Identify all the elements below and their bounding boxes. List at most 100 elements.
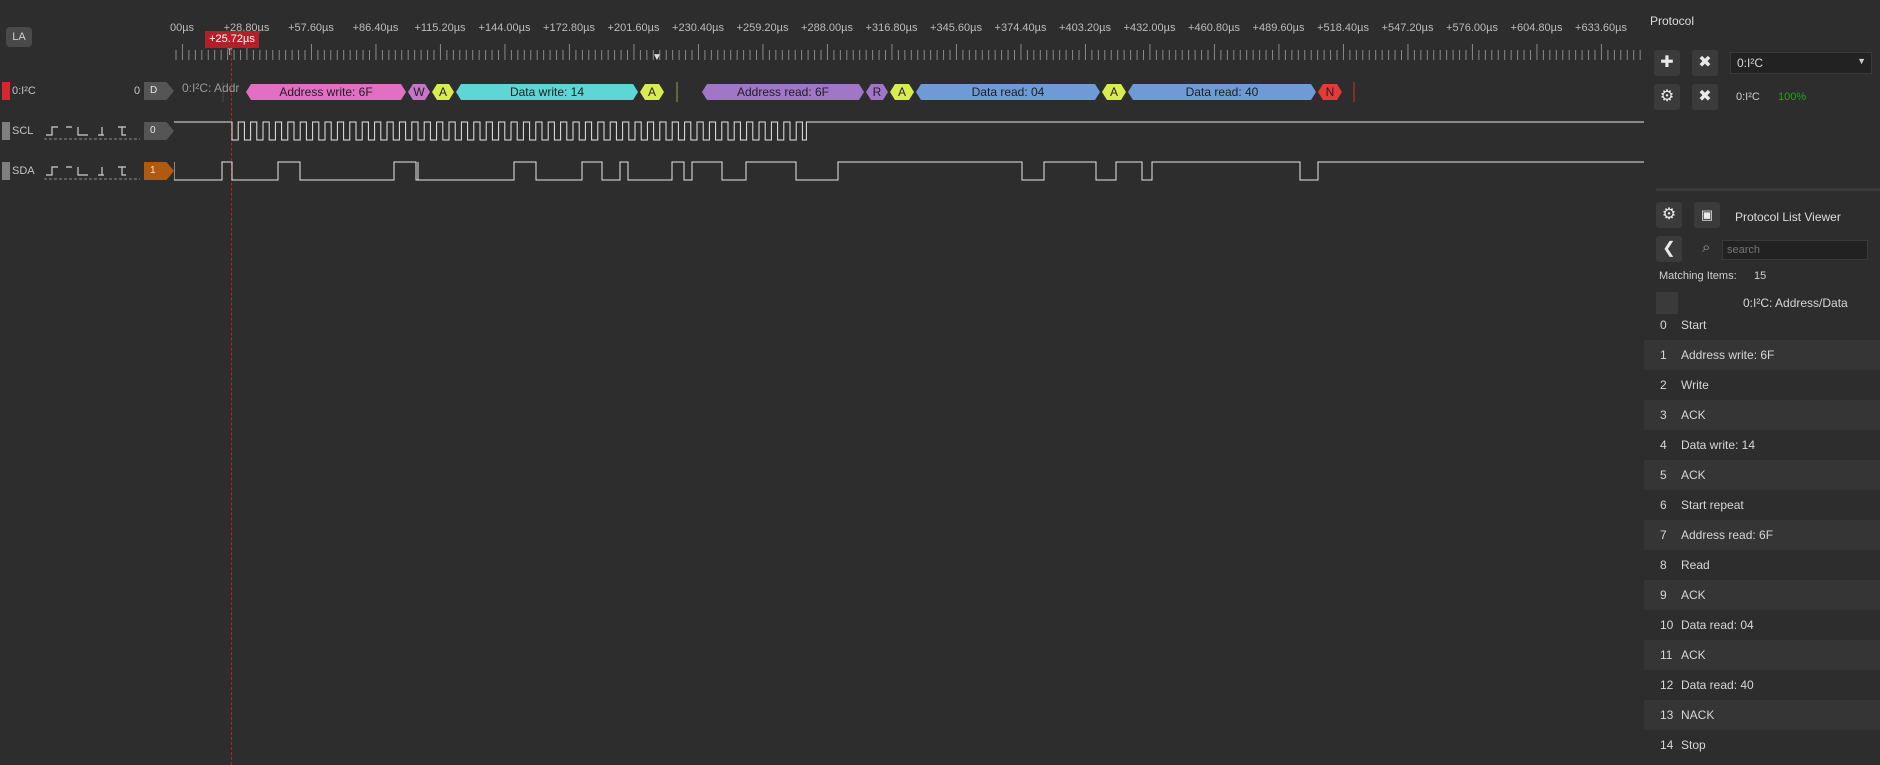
channel-name[interactable]: 0:I²C	[12, 85, 36, 97]
gear-icon: ⚙	[1659, 88, 1675, 105]
cursor-label[interactable]: +25.72µs	[205, 31, 259, 48]
list-item[interactable]: 4 Data write: 14	[1644, 430, 1880, 460]
list-item-index: 9	[1660, 588, 1667, 602]
ruler-tick-label: +403.20µs	[1059, 22, 1111, 34]
ruler-tick-label: +576.00µs	[1446, 22, 1498, 34]
delete-decoder-button[interactable]: ✖	[1692, 84, 1718, 110]
list-item[interactable]: 7 Address read: 6F	[1644, 520, 1880, 550]
list-item[interactable]: 2 Write	[1644, 370, 1880, 400]
sda-waveform	[174, 161, 1644, 181]
decoder-select[interactable]: 0:I²C ▼	[1730, 52, 1872, 74]
cursor-marker-icon: T	[227, 47, 233, 57]
annotation-label: A	[648, 85, 656, 99]
list-item-index: 3	[1660, 408, 1667, 422]
matching-items-count: 15	[1754, 270, 1767, 282]
protocol-panel: Protocol ✚ ✖ 0:I²C ▼ ⚙ ✖ 0:I²C 100% ⚙ ▣ …	[1644, 0, 1880, 765]
ruler-tick-label: +115.20µs	[414, 22, 466, 34]
decoder-select-value: 0:I²C	[1737, 56, 1764, 70]
channel-name[interactable]: SDA	[12, 165, 35, 177]
ruler-tick-label: +604.80µs	[1510, 22, 1563, 34]
channel-color[interactable]	[2, 162, 10, 180]
close-icon: ✖	[1698, 54, 1712, 71]
scroll-marker-icon: ▼	[652, 52, 662, 63]
ruler-tick-label: +201.60µs	[607, 22, 660, 34]
list-item[interactable]: 1 Address write: 6F	[1644, 340, 1880, 370]
channel-badge[interactable]: D	[144, 82, 174, 100]
ruler-tick-label: +547.20µs	[1381, 22, 1434, 34]
ruler-ticks: ▼	[175, 44, 1641, 63]
waveform-view[interactable]: Address write: 6F W A Data write: 14 A Addres…	[174, 70, 1644, 190]
list-item[interactable]: 8 Read	[1644, 550, 1880, 580]
list-item-index: 10	[1660, 618, 1674, 632]
ruler-tick-label: +633.60µs	[1575, 22, 1627, 34]
list-item-text: ACK	[1681, 648, 1706, 662]
ruler-tick-label: +432.00µs	[1123, 22, 1176, 34]
list-item-index: 13	[1660, 708, 1674, 722]
remove-decoder-button[interactable]: ✖	[1692, 50, 1718, 76]
ruler-tick-label: +489.60µs	[1252, 22, 1305, 34]
ruler-tick-label: 00µs	[169, 22, 195, 34]
ruler-tick-label: +86.40µs	[352, 22, 399, 34]
list-item-text: NACK	[1681, 708, 1715, 722]
channel-value: 0	[134, 85, 141, 97]
annotation-label: Data read: 40	[1186, 85, 1259, 99]
annotation-label: Data read: 04	[972, 85, 1045, 99]
ruler-tick-label: +57.60µs	[288, 22, 334, 34]
protocol-title: Protocol	[1650, 14, 1695, 28]
la-mode-button[interactable]: LA	[6, 27, 32, 47]
channel-name[interactable]: SCL	[12, 125, 33, 137]
list-item-index: 1	[1660, 348, 1667, 362]
list-item-text: Data read: 04	[1681, 618, 1754, 632]
protocol-list: 0 Start 1 Address write: 6F 2 Write 3 ACK 4 Data …	[1644, 310, 1880, 765]
list-item[interactable]: 6 Start repeat	[1644, 490, 1880, 520]
plus-icon: ✚	[1660, 54, 1674, 71]
list-item-index: 0	[1660, 318, 1667, 332]
annotation-label: Address read: 6F	[737, 85, 829, 99]
list-item-text: Write	[1681, 378, 1709, 392]
gear-icon: ⚙	[1661, 206, 1677, 223]
channel-color[interactable]	[2, 122, 10, 140]
ruler-tick-label: +230.40µs	[672, 22, 724, 34]
trigger-type-icons[interactable]	[44, 163, 140, 184]
trigger-type-icons[interactable]	[44, 123, 140, 144]
list-item-index: 2	[1660, 378, 1667, 392]
list-item-index: 14	[1660, 738, 1674, 752]
channel-badge[interactable]: 1	[144, 162, 174, 180]
list-item-text: ACK	[1681, 408, 1706, 422]
list-item-text: Read	[1681, 558, 1710, 572]
decoder-trace-label: 0:I²C: Addr	[182, 81, 240, 95]
decoder-settings-button[interactable]: ⚙	[1654, 84, 1680, 110]
list-item[interactable]: 14 Stop	[1644, 730, 1880, 760]
decoder-progress: 100%	[1778, 91, 1807, 103]
list-item[interactable]: 9 ACK	[1644, 580, 1880, 610]
list-item[interactable]: 13 NACK	[1644, 700, 1880, 730]
list-item[interactable]: 5 ACK	[1644, 460, 1880, 490]
list-item[interactable]: 11 ACK	[1644, 640, 1880, 670]
search-input[interactable]	[1722, 240, 1868, 260]
close-icon: ✖	[1698, 88, 1712, 105]
list-settings-button[interactable]: ⚙	[1656, 202, 1682, 228]
annotation-label: A	[1110, 85, 1118, 99]
save-icon: ▣	[1700, 207, 1714, 222]
list-item-index: 12	[1660, 678, 1674, 692]
scl-waveform	[174, 121, 1644, 141]
annotation-label: Address write: 6F	[279, 85, 372, 99]
list-item-index: 11	[1660, 648, 1673, 662]
channel-color[interactable]	[2, 82, 10, 100]
list-item-index: 4	[1660, 438, 1667, 452]
decoder-name: 0:I²C	[1736, 91, 1760, 103]
add-decoder-button[interactable]: ✚	[1654, 50, 1680, 76]
save-list-button[interactable]: ▣	[1694, 202, 1720, 228]
list-item[interactable]: 3 ACK	[1644, 400, 1880, 430]
list-item[interactable]: 12 Data read: 40	[1644, 670, 1880, 700]
list-item[interactable]: 10 Data read: 04	[1644, 610, 1880, 640]
list-column-header[interactable]: 0:I²C: Address/Data	[1743, 296, 1848, 310]
list-viewer-title: Protocol List Viewer	[1735, 210, 1841, 224]
list-item[interactable]: 0 Start	[1644, 310, 1880, 340]
panel-splitter[interactable]	[1656, 188, 1880, 191]
time-ruler[interactable]: ▼ 00µs +28.80µs +57.60µs +86.40µs +115.20µs +…	[170, 0, 1644, 70]
channel-badge[interactable]: 0	[144, 122, 174, 140]
back-button[interactable]: ❮	[1656, 236, 1682, 262]
list-item-index: 7	[1660, 528, 1667, 542]
annotation-label: A	[898, 85, 906, 99]
